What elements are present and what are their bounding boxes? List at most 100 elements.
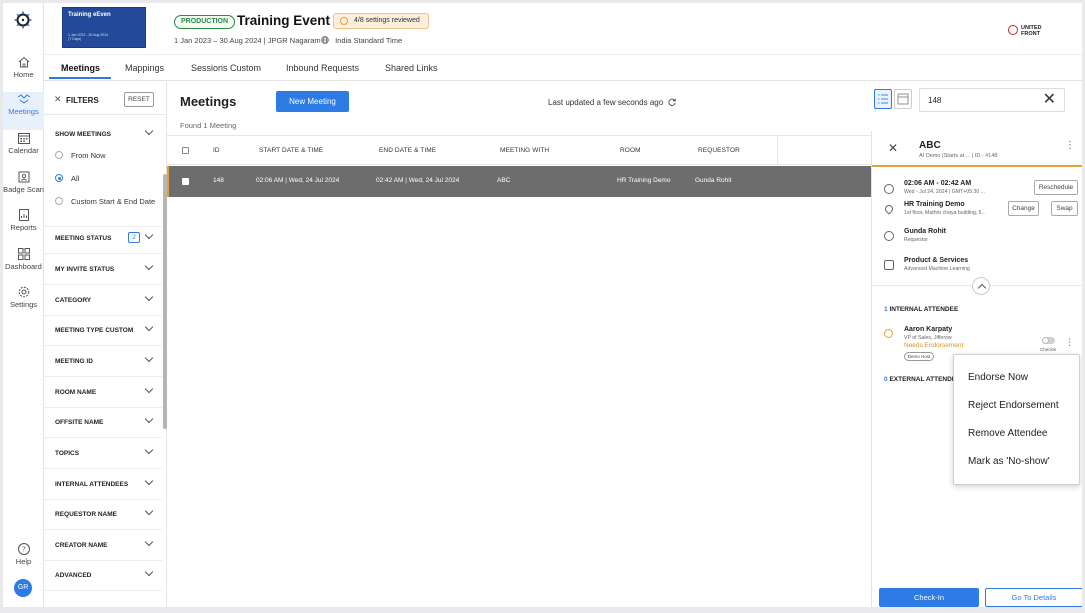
radio-from-now[interactable] [55,151,63,159]
row-checkbox[interactable] [182,178,189,185]
filter-my-invite-status[interactable]: MY INVITE STATUS [44,254,162,285]
option-custom-range-label: Custom Start & End Date [71,197,156,206]
nav-home-label: Home [13,70,34,79]
nav-calendar[interactable]: Calendar [3,131,44,169]
nav-home[interactable]: Home [3,55,44,93]
filter-label: MY INVITE STATUS [55,266,115,273]
option-all[interactable]: All [55,173,155,185]
clear-search-icon[interactable]: ✕ [1043,91,1056,109]
nav-settings[interactable]: Settings [3,285,44,323]
filter-creator-name[interactable]: CREATOR NAME [44,530,162,561]
menu-remove-attendee[interactable]: Remove Attendee [968,428,1048,439]
checkin-toggle[interactable] [1042,337,1055,344]
new-meeting-button[interactable]: New Meeting [276,91,349,112]
tab-bar: Meetings Mappings Sessions Custom Inboun… [44,55,1082,81]
filter-internal-attendees[interactable]: INTERNAL ATTENDEES [44,469,162,500]
check-in-button[interactable]: Check-In [879,588,979,607]
filter-topics[interactable]: TOPICS [44,438,162,469]
chevron-down-icon[interactable] [144,414,154,424]
chevron-down-icon[interactable] [144,567,154,577]
event-title: Training Event [237,13,331,28]
filter-offsite-name[interactable]: OFFSITE NAME [44,407,162,438]
radio-custom-range[interactable] [55,197,63,205]
menu-mark-no-show[interactable]: Mark as 'No-show' [968,456,1050,467]
refresh-icon[interactable] [667,97,677,107]
filter-label: CATEGORY [55,297,92,304]
tab-shared-links[interactable]: Shared Links [385,63,438,73]
nav-help[interactable]: ? Help [3,542,44,580]
attendee-status: Needs Endorsement [904,342,964,349]
filter-meeting-status[interactable]: MEETING STATUS 2 [44,223,162,254]
chevron-down-icon[interactable] [144,384,154,394]
radio-all[interactable] [55,174,63,182]
option-custom-range[interactable]: Custom Start & End Date [55,196,163,208]
internal-label: INTERNAL ATTENDEE [889,306,959,313]
calendar-view-toggle[interactable] [894,89,912,109]
home-icon [18,56,29,68]
chevron-down-icon[interactable] [144,476,154,486]
table-row[interactable]: 148 02:06 AM | Wed, 24 Jul 2024 02:42 AM… [167,166,871,197]
brand-mark-icon [1008,25,1018,35]
chevron-down-icon[interactable] [144,292,154,302]
show-meetings-label: SHOW MEETINGS [55,131,111,138]
swap-room-button[interactable]: Swap [1051,201,1078,216]
col-requestor[interactable]: REQUESTOR [698,147,740,154]
column-divider [777,136,778,165]
tab-inbound-requests[interactable]: Inbound Requests [286,63,359,73]
nav-dashboard[interactable]: Dashboard [3,247,44,285]
internal-attendee-header: 1 INTERNAL ATTENDEE [884,306,958,313]
tab-meetings[interactable]: Meetings [61,63,100,73]
list-view-toggle[interactable] [874,89,892,109]
filter-label: TOPICS [55,450,80,457]
close-panel-icon[interactable]: ✕ [888,141,898,155]
col-start[interactable]: START DATE & TIME [259,147,323,154]
app-logo-icon[interactable] [14,11,32,29]
collapse-details-icon[interactable] [972,277,990,295]
chevron-down-icon[interactable] [144,126,154,136]
settings-review-badge[interactable]: 4/8 settings reviewed [333,13,429,29]
col-meeting-with[interactable]: MEETING WITH [500,147,549,154]
more-options-icon[interactable]: ⋮ [1065,140,1075,151]
chevron-down-icon[interactable] [144,322,154,332]
menu-reject-endorsement[interactable]: Reject Endorsement [968,400,1059,411]
col-id[interactable]: ID [213,147,220,154]
chevron-down-icon[interactable] [144,353,154,363]
search-input[interactable]: 148 ✕ [919,88,1065,112]
globe-icon [321,36,329,44]
badge-icon [18,171,29,183]
nav-reports[interactable]: Reports [3,208,44,246]
tab-mappings[interactable]: Mappings [125,63,164,73]
checkin-toggle-label: Checkin [1040,347,1057,352]
go-to-details-button[interactable]: Go To Details [985,588,1082,607]
filter-requestor-name[interactable]: REQUESTOR NAME [44,499,162,530]
reset-button[interactable]: RESET [124,92,154,107]
tab-sessions-custom[interactable]: Sessions Custom [191,63,261,73]
chevron-down-icon[interactable] [144,261,154,271]
option-from-now-label: From Now [71,151,106,160]
select-all-checkbox[interactable] [182,147,189,154]
filter-advanced[interactable]: ADVANCED [44,560,162,591]
close-filters-icon[interactable]: ✕ [54,94,62,105]
filter-category[interactable]: CATEGORY [44,285,162,316]
col-end[interactable]: END DATE & TIME [379,147,436,154]
nav-meetings[interactable]: Meetings [3,92,44,130]
change-room-button[interactable]: Change [1008,201,1039,216]
menu-endorse-now[interactable]: Endorse Now [968,372,1028,383]
col-room[interactable]: ROOM [620,147,641,154]
filter-meeting-id[interactable]: MEETING ID [44,346,162,377]
avatar[interactable]: GR [14,579,32,597]
event-thumbnail: Training eEven 1 Jan 2023 - 30 Aug 2024 … [62,7,146,48]
chevron-down-icon[interactable] [144,537,154,547]
requestor-role: Requestor [904,237,928,243]
filter-room-name[interactable]: ROOM NAME [44,377,162,408]
brand-line2: FRONT [1021,31,1040,37]
attendee-title: VP of Sales, Jifferow [904,335,952,341]
reschedule-button[interactable]: Reschedule [1034,180,1078,195]
chevron-down-icon[interactable] [144,230,154,240]
chevron-down-icon[interactable] [144,445,154,455]
chevron-down-icon[interactable] [144,506,154,516]
nav-badge-scan[interactable]: Badge Scan [3,170,44,208]
attendee-more-icon[interactable]: ⋮ [1065,337,1074,348]
filter-meeting-type-custom[interactable]: MEETING TYPE CUSTOM [44,315,162,346]
option-from-now[interactable]: From Now [55,150,155,162]
